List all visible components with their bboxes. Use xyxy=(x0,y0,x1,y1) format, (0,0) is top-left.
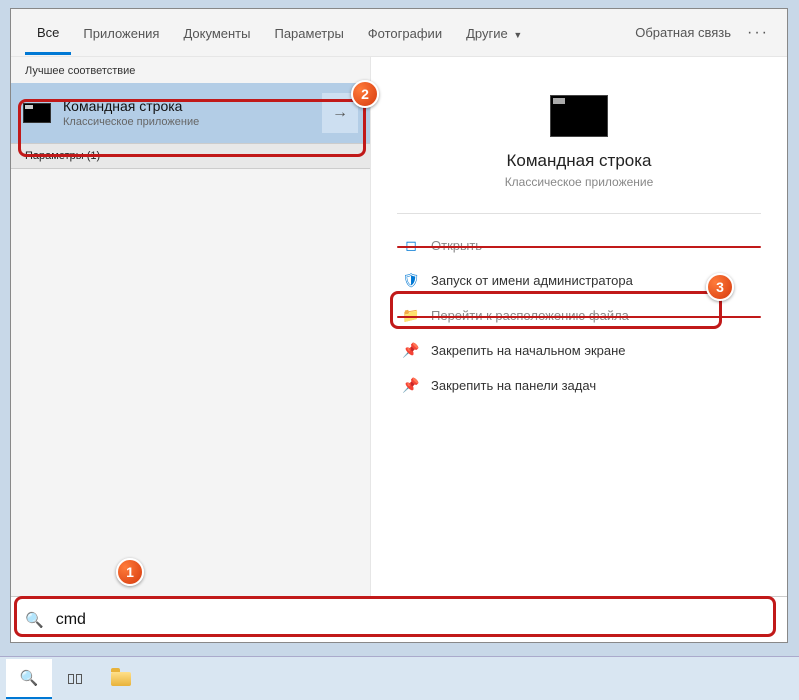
search-input[interactable] xyxy=(56,611,773,629)
more-options-icon[interactable]: ··· xyxy=(743,24,773,42)
tab-other[interactable]: Другие ▼ xyxy=(454,12,534,53)
result-subtitle: Классическое приложение xyxy=(63,116,316,128)
search-result-cmd[interactable]: Командная строка Классическое приложение… xyxy=(11,83,370,143)
search-input-bar: 🔍 xyxy=(11,596,787,642)
action-pin-taskbar-label: Закрепить на панели задач xyxy=(431,378,596,393)
search-icon: 🔍 xyxy=(25,611,44,629)
taskbar-taskview-button[interactable] xyxy=(52,659,98,699)
cmd-icon xyxy=(23,103,51,123)
divider xyxy=(397,213,761,214)
open-icon: ◻ xyxy=(401,237,421,254)
windows-search-panel: Все Приложения Документы Параметры Фотог… xyxy=(10,8,788,643)
best-match-label: Лучшее соответствие xyxy=(11,57,370,83)
annotation-badge-2: 2 xyxy=(351,80,379,108)
admin-icon: 🛡 xyxy=(401,272,421,289)
search-tabs-bar: Все Приложения Документы Параметры Фотог… xyxy=(11,9,787,57)
result-title: Командная строка xyxy=(63,98,316,114)
feedback-link[interactable]: Обратная связь xyxy=(635,25,731,40)
pin-start-icon: 📌 xyxy=(401,342,421,359)
tab-settings[interactable]: Параметры xyxy=(262,12,355,53)
folder-icon xyxy=(111,672,131,686)
pin-taskbar-icon: 📌 xyxy=(401,377,421,394)
folder-location-icon: 📁 xyxy=(401,307,421,324)
search-results-column: Лучшее соответствие Командная строка Кла… xyxy=(11,57,371,596)
cmd-large-icon xyxy=(550,95,608,137)
action-open-label: Открыть xyxy=(431,238,482,253)
taskbar-search-button[interactable]: 🔍 xyxy=(6,659,52,699)
tab-other-label: Другие xyxy=(466,26,508,41)
annotation-badge-1: 1 xyxy=(116,558,144,586)
search-icon: 🔍 xyxy=(20,669,39,687)
action-pin-taskbar[interactable]: 📌 Закрепить на панели задач xyxy=(397,368,761,403)
action-pin-start[interactable]: 📌 Закрепить на начальном экране xyxy=(397,333,761,368)
details-title: Командная строка xyxy=(371,151,787,171)
action-location-label: Перейти к расположению файла xyxy=(431,308,629,323)
annotation-badge-3: 3 xyxy=(706,273,734,301)
windows-taskbar: 🔍 xyxy=(0,656,799,700)
taskview-icon xyxy=(68,674,82,684)
action-pin-start-label: Закрепить на начальном экране xyxy=(431,343,626,358)
action-run-admin-label: Запуск от имени администратора xyxy=(431,273,633,288)
tab-documents[interactable]: Документы xyxy=(171,12,262,53)
tab-all[interactable]: Все xyxy=(25,11,71,55)
action-open[interactable]: ◻ Открыть xyxy=(397,228,761,263)
tab-photos[interactable]: Фотографии xyxy=(356,12,454,53)
chevron-down-icon: ▼ xyxy=(513,30,522,40)
tab-apps[interactable]: Приложения xyxy=(71,12,171,53)
details-subtitle: Классическое приложение xyxy=(371,175,787,189)
taskbar-explorer-button[interactable] xyxy=(98,659,144,699)
settings-group-label: Параметры (1) xyxy=(11,143,370,169)
action-open-location[interactable]: 📁 Перейти к расположению файла xyxy=(397,298,761,333)
search-details-pane: Командная строка Классическое приложение… xyxy=(371,57,787,596)
